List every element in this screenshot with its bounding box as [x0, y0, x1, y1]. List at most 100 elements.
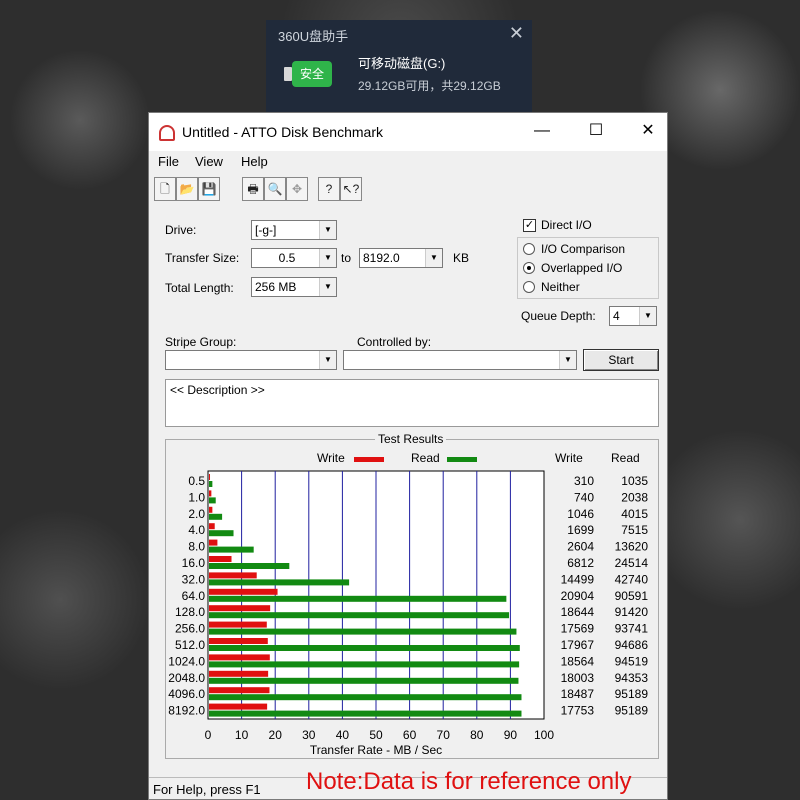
x-tick-label: 20	[269, 728, 283, 742]
read-bar	[209, 645, 520, 651]
read-bar	[209, 579, 350, 586]
read-bar	[209, 513, 223, 520]
read-bar	[209, 563, 290, 569]
read-value: 2038	[621, 490, 648, 504]
status-text: For Help, press F1	[153, 782, 261, 797]
chevron-down-icon: ▼	[319, 278, 336, 296]
write-value: 18487	[561, 687, 595, 701]
write-bar	[209, 556, 232, 562]
controlled-by-select[interactable]: ▼	[343, 350, 577, 370]
overlapped-io-label: Overlapped I/O	[541, 261, 623, 275]
print-icon[interactable]: 🖶	[242, 177, 264, 201]
y-tick-label: 0.5	[188, 474, 205, 488]
y-tick-label: 32.0	[182, 572, 206, 586]
save-icon[interactable]: 💾	[198, 177, 220, 201]
read-bar	[209, 497, 216, 504]
description-field[interactable]: << Description >>	[165, 379, 659, 427]
title-bar[interactable]: Untitled - ATTO Disk Benchmark — ☐ ✕	[149, 113, 667, 151]
chevron-down-icon: ▼	[319, 249, 336, 267]
write-bar	[209, 605, 271, 612]
x-tick-label: 90	[504, 728, 518, 742]
x-tick-label: 50	[369, 728, 383, 742]
y-tick-label: 64.0	[182, 589, 206, 603]
transfer-to-value: 8192.0	[363, 251, 400, 265]
x-tick-label: 0	[205, 728, 212, 742]
drive-select[interactable]: [-g-] ▼	[251, 220, 337, 240]
direct-io-checkbox[interactable]: ✓	[523, 219, 536, 232]
print-preview-icon[interactable]: 🔍	[264, 177, 286, 201]
stripe-group-select[interactable]: ▼	[165, 350, 337, 370]
menu-view[interactable]: View	[195, 154, 223, 169]
menu-help[interactable]: Help	[241, 154, 268, 169]
new-icon[interactable]: 🗋	[154, 177, 176, 201]
read-bar	[209, 481, 213, 487]
y-tick-label: 2.0	[188, 507, 205, 521]
read-value: 7515	[621, 523, 648, 537]
read-bar	[209, 612, 510, 619]
write-bar	[209, 572, 257, 579]
drive-value: [-g-]	[255, 223, 277, 237]
open-icon[interactable]: 📂	[176, 177, 198, 201]
read-bar	[209, 694, 522, 701]
close-icon[interactable]: ✕	[509, 23, 524, 44]
read-bar	[209, 710, 522, 717]
write-value: 740	[574, 490, 594, 504]
write-bar	[209, 621, 267, 628]
about-icon[interactable]: ?	[318, 177, 340, 201]
close-button[interactable]: ✕	[633, 121, 663, 143]
read-value: 94519	[615, 654, 649, 668]
x-axis-label: Transfer Rate - MB / Sec	[310, 743, 442, 757]
x-tick-label: 100	[534, 728, 554, 742]
read-bar	[209, 628, 517, 635]
y-tick-label: 4096.0	[168, 687, 205, 701]
popup-title: 360U盘助手	[278, 29, 349, 44]
transfer-from-value: 0.5	[278, 251, 296, 265]
read-value: 95189	[615, 704, 649, 718]
y-tick-label: 2048.0	[168, 671, 205, 685]
read-value: 94686	[615, 638, 649, 652]
move-icon[interactable]: ✥	[286, 177, 308, 201]
neither-label: Neither	[541, 280, 580, 294]
write-bar	[209, 490, 212, 497]
read-bar	[209, 595, 507, 602]
start-button[interactable]: Start	[583, 349, 659, 371]
read-value: 90591	[615, 589, 649, 603]
write-value: 20904	[561, 589, 595, 603]
menu-file[interactable]: File	[158, 154, 179, 169]
read-value: 4015	[621, 507, 648, 521]
minimize-button[interactable]: —	[527, 121, 557, 143]
queue-depth-label: Queue Depth:	[521, 309, 596, 323]
app-icon	[159, 125, 175, 141]
legend-write-label: Write	[317, 451, 345, 465]
chevron-down-icon: ▼	[559, 351, 576, 369]
chevron-down-icon: ▼	[319, 221, 336, 239]
y-tick-label: 512.0	[175, 638, 205, 652]
y-tick-label: 256.0	[175, 622, 205, 636]
overlapped-io-radio[interactable]	[523, 262, 535, 274]
read-value: 94353	[615, 671, 649, 685]
maximize-button[interactable]: ☐	[581, 121, 611, 143]
legend-read-label: Read	[411, 451, 440, 465]
total-length-select[interactable]: 256 MB ▼	[251, 277, 337, 297]
write-bar	[209, 654, 270, 661]
transfer-to-select[interactable]: 8192.0 ▼	[359, 248, 443, 268]
write-value: 17967	[561, 638, 595, 652]
controlled-by-label: Controlled by:	[357, 335, 432, 349]
write-value: 1699	[567, 523, 594, 537]
read-value: 24514	[615, 556, 649, 570]
write-bar	[209, 703, 268, 710]
transfer-from-select[interactable]: 0.5 ▼	[251, 248, 337, 268]
context-help-icon[interactable]: ↖?	[340, 177, 362, 201]
transfer-size-label: Transfer Size:	[165, 251, 240, 265]
chevron-down-icon: ▼	[319, 351, 336, 369]
neither-radio[interactable]	[523, 281, 535, 293]
io-comparison-radio[interactable]	[523, 243, 535, 255]
write-value: 18644	[561, 605, 595, 619]
usb-plug	[284, 67, 292, 81]
drive-capacity: 29.12GB可用，共29.12GB	[358, 79, 501, 93]
x-tick-label: 60	[403, 728, 417, 742]
read-value: 93741	[615, 622, 649, 636]
queue-depth-select[interactable]: 4 ▼	[609, 306, 657, 326]
read-bar	[209, 530, 234, 537]
x-tick-label: 80	[470, 728, 484, 742]
